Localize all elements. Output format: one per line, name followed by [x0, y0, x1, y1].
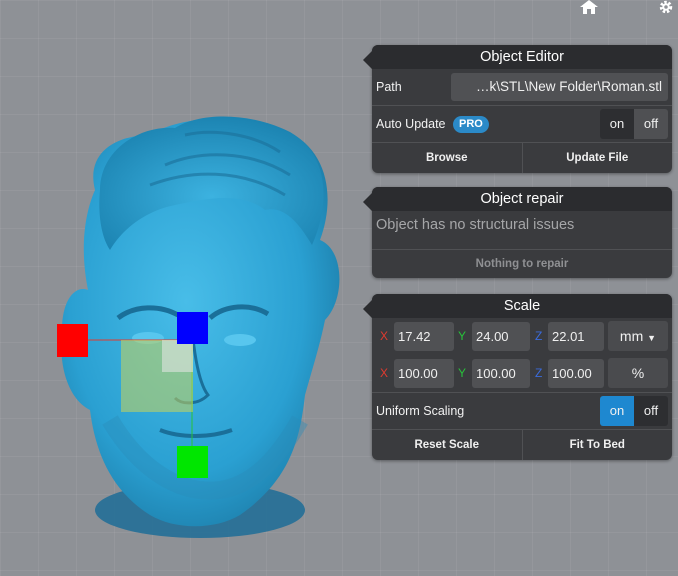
auto-update-on-option[interactable]: on	[600, 109, 634, 139]
update-file-button[interactable]: Update File	[521, 143, 673, 173]
scale-handle-y[interactable]	[177, 446, 208, 478]
size-y-input[interactable]: 24.00	[472, 322, 530, 351]
home-icon[interactable]	[580, 0, 600, 16]
uniform-scaling-off-option[interactable]: off	[634, 396, 668, 426]
unit-select[interactable]: mm ▼	[608, 321, 668, 351]
path-row: Path …k\STL\New Folder\Roman.stl	[372, 69, 672, 105]
auto-update-toggle[interactable]: on off	[600, 109, 668, 139]
percent-y-input[interactable]: 100.00	[472, 359, 530, 388]
auto-update-label: Auto Update	[376, 117, 446, 131]
size-x-input[interactable]: 17.42	[394, 322, 454, 351]
object-repair-title: Object repair	[372, 187, 672, 211]
auto-update-off-option[interactable]: off	[634, 109, 668, 139]
object-editor-title: Object Editor	[372, 45, 672, 69]
percent-z-label: Z	[535, 366, 543, 380]
gear-icon[interactable]	[657, 0, 677, 16]
3d-viewport[interactable]: Object Editor Path …k\STL\New Folder\Rom…	[0, 0, 678, 576]
size-x-label: X	[380, 329, 389, 343]
fit-to-bed-button[interactable]: Fit To Bed	[521, 430, 673, 460]
object-repair-panel: Object repair Object has no structural i…	[363, 187, 672, 278]
scale-handle-x[interactable]	[57, 324, 88, 357]
path-field[interactable]: …k\STL\New Folder\Roman.stl	[451, 73, 668, 101]
scale-handle-z[interactable]	[177, 312, 208, 344]
percent-unit: %	[608, 358, 668, 388]
uniform-scaling-on-option[interactable]: on	[600, 396, 634, 426]
percent-y-label: Y	[458, 366, 467, 380]
uniform-scaling-row: Uniform Scaling on off	[372, 392, 672, 429]
scale-actions: Reset Scale Fit To Bed	[372, 429, 672, 460]
unit-select-value: mm	[619, 328, 644, 344]
object-editor-actions: Browse Update File	[372, 142, 672, 173]
auto-update-row: Auto Update PRO on off	[372, 105, 672, 142]
head-model[interactable]	[0, 0, 372, 576]
size-z-label: Z	[535, 329, 543, 343]
pro-badge: PRO	[453, 116, 489, 133]
path-label: Path	[376, 80, 402, 94]
uniform-scaling-label: Uniform Scaling	[376, 404, 465, 418]
repair-status: Object has no structural issues	[376, 217, 575, 233]
scale-size-row: X 17.42 Y 24.00 Z 22.01 mm ▼	[372, 318, 672, 355]
percent-x-label: X	[380, 366, 389, 380]
percent-x-input[interactable]: 100.00	[394, 359, 454, 388]
scale-title: Scale	[372, 294, 672, 318]
uniform-scaling-toggle[interactable]: on off	[600, 396, 668, 426]
caret-down-icon: ▼	[647, 333, 657, 343]
percent-z-input[interactable]: 100.00	[548, 359, 604, 388]
object-editor-panel: Object Editor Path …k\STL\New Folder\Rom…	[363, 45, 672, 173]
reset-scale-button[interactable]: Reset Scale	[372, 430, 522, 460]
size-y-label: Y	[458, 329, 467, 343]
browse-button[interactable]: Browse	[372, 143, 522, 173]
scale-panel: Scale X 17.42 Y 24.00 Z 22.01 mm ▼ X 100…	[363, 294, 672, 460]
nothing-to-repair-button[interactable]: Nothing to repair	[372, 249, 672, 278]
scale-percent-row: X 100.00 Y 100.00 Z 100.00 %	[372, 355, 672, 392]
size-z-input[interactable]: 22.01	[548, 322, 604, 351]
